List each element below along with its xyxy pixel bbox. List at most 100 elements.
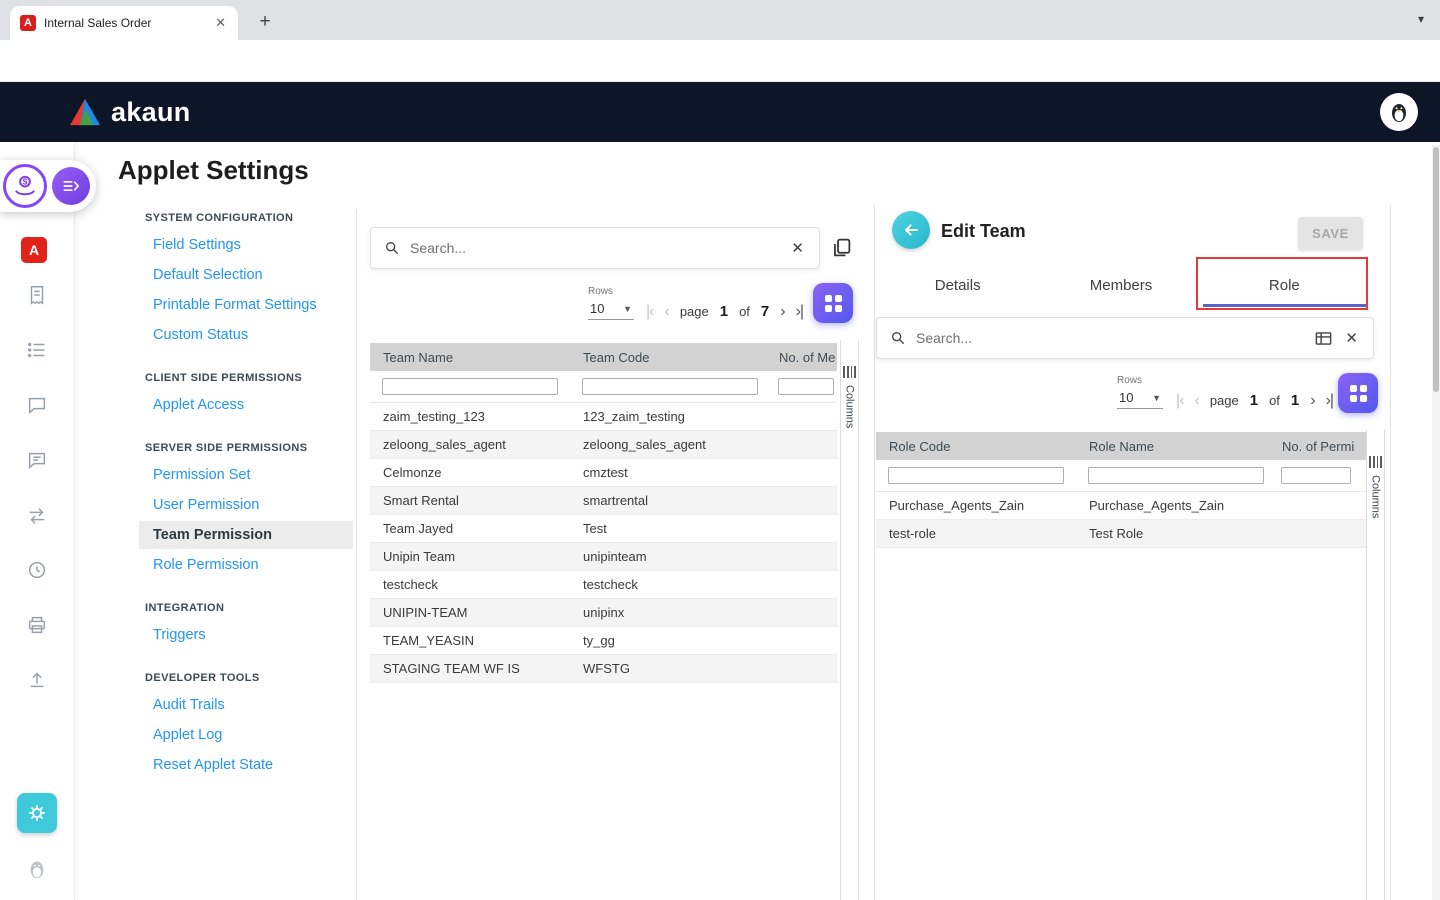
column-header-no-of-members: No. of Me [766, 350, 837, 365]
prev-page-icon[interactable]: ‹ [664, 304, 668, 320]
last-page-icon[interactable]: ›| [796, 304, 803, 320]
new-tab-button[interactable]: + [252, 9, 278, 35]
sales-hand-dollar-icon[interactable]: $ [3, 164, 47, 208]
team-table-row[interactable]: UNIPIN-TEAM unipinx [370, 599, 837, 627]
team-name-cell: Celmonze [370, 465, 570, 480]
chat-applet-icon[interactable] [26, 394, 48, 416]
role-search-input[interactable] [916, 330, 1304, 346]
team-table-row[interactable]: Team Jayed Test [370, 515, 837, 543]
team-members-filter-input[interactable] [778, 378, 834, 395]
team-name-cell: zaim_testing_123 [370, 409, 570, 424]
nav-item-applet-log[interactable]: Applet Log [145, 721, 343, 749]
team-table-row[interactable]: STAGING TEAM WF IS WFSTG [370, 655, 837, 683]
role-table-row[interactable]: test-role Test Role [876, 520, 1366, 548]
team-rows-value: 10 [590, 301, 604, 316]
team-code-cell: 123_zaim_testing [570, 409, 766, 424]
team-name-cell: Smart Rental [370, 493, 570, 508]
columns-drag-handle-icon[interactable] [1369, 456, 1382, 468]
next-page-icon[interactable]: › [1310, 393, 1314, 409]
app-rail: A [0, 142, 75, 900]
akaun-logo[interactable]: akaun [68, 97, 191, 128]
role-permissions-filter-input[interactable] [1281, 467, 1351, 484]
role-rows-label: Rows [1117, 375, 1142, 386]
team-search-clear-icon[interactable]: ✕ [789, 239, 806, 257]
nav-item-user-permission[interactable]: User Permission [145, 491, 343, 519]
user-avatar[interactable] [1380, 93, 1418, 131]
next-page-icon[interactable]: › [780, 304, 784, 320]
team-code-cell: ty_gg [570, 633, 766, 648]
team-code-cell: cmztest [570, 465, 766, 480]
role-view-grid-button[interactable] [1338, 373, 1378, 413]
nav-item-field-settings[interactable]: Field Settings [145, 231, 343, 259]
team-search-input[interactable] [410, 240, 779, 256]
team-pager: |‹ ‹ page 1 of 7 › ›| [646, 303, 803, 320]
team-code-cell: smartrental [570, 493, 766, 508]
browser-tab[interactable]: A Internal Sales Order ✕ [10, 6, 238, 40]
nav-item-reset-applet-state[interactable]: Reset Applet State [145, 751, 343, 779]
upload-applet-icon[interactable] [26, 669, 48, 691]
list-applet-icon[interactable] [26, 339, 48, 361]
chat-lines-applet-icon[interactable] [26, 449, 48, 471]
role-rows-value: 10 [1119, 390, 1133, 405]
printer-applet-icon[interactable] [26, 614, 48, 636]
svg-text:$: $ [23, 177, 28, 187]
team-table-row[interactable]: Smart Rental smartrental [370, 487, 837, 515]
pdf-applet-icon[interactable]: A [21, 237, 47, 263]
team-code-cell: testcheck [570, 577, 766, 592]
nav-item-applet-access[interactable]: Applet Access [145, 391, 343, 419]
team-table-row[interactable]: Unipin Team unipinteam [370, 543, 837, 571]
expand-menu-icon[interactable] [52, 167, 90, 205]
table-view-icon[interactable] [1314, 329, 1333, 348]
nav-item-custom-status[interactable]: Custom Status [145, 321, 343, 349]
nav-item-printable-format-settings[interactable]: Printable Format Settings [145, 291, 343, 319]
divider-edit-right [1390, 205, 1391, 900]
tab-close-icon[interactable]: ✕ [213, 15, 228, 31]
first-page-icon[interactable]: |‹ [1176, 393, 1183, 409]
page-scrollbar-thumb[interactable] [1433, 147, 1439, 392]
columns-drag-handle-icon[interactable] [843, 366, 856, 378]
team-table-row[interactable]: Celmonze cmztest [370, 459, 837, 487]
team-rows-select[interactable]: 10 ▼ [588, 301, 634, 320]
history-clock-applet-icon[interactable] [26, 559, 48, 581]
swap-arrows-applet-icon[interactable] [26, 505, 48, 527]
role-name-filter-input[interactable] [1088, 467, 1264, 484]
team-table-header: Team Name Team Code No. of Me [370, 343, 837, 371]
team-table-row[interactable]: zaim_testing_123 123_zaim_testing [370, 403, 837, 431]
nav-item-role-permission[interactable]: Role Permission [145, 551, 343, 579]
team-table-body: zaim_testing_123 123_zaim_testing zeloon… [370, 403, 837, 683]
settings-nav: SYSTEM CONFIGURATION Field Settings Defa… [145, 212, 343, 781]
role-rows-select[interactable]: 10 ▼ [1117, 390, 1163, 409]
team-view-grid-button[interactable] [813, 283, 853, 323]
team-table-row[interactable]: zeloong_sales_agent zeloong_sales_agent [370, 431, 837, 459]
tab-list-chevron-icon[interactable]: ▾ [1418, 12, 1424, 26]
tab-details[interactable]: Details [876, 262, 1039, 308]
tab-members[interactable]: Members [1039, 262, 1202, 308]
last-page-icon[interactable]: ›| [1326, 393, 1333, 409]
nav-item-default-selection[interactable]: Default Selection [145, 261, 343, 289]
team-name-filter-input[interactable] [382, 378, 558, 395]
role-code-filter-input[interactable] [888, 467, 1064, 484]
save-button[interactable]: SAVE [1298, 217, 1363, 250]
role-search-clear-icon[interactable]: ✕ [1343, 329, 1360, 347]
column-header-team-code: Team Code [570, 350, 766, 365]
nav-item-audit-trails[interactable]: Audit Trails [145, 691, 343, 719]
nav-item-triggers[interactable]: Triggers [145, 621, 343, 649]
prev-page-icon[interactable]: ‹ [1194, 393, 1198, 409]
screen: A Internal Sales Order ✕ + ▾ ← → akaun.c… [0, 0, 1440, 900]
tab-role[interactable]: Role [1203, 262, 1366, 308]
team-code-filter-input[interactable] [582, 378, 758, 395]
nav-item-permission-set[interactable]: Permission Set [145, 461, 343, 489]
penguin-small-icon[interactable] [26, 858, 48, 880]
page-current: 1 [720, 303, 728, 320]
search-icon [384, 240, 400, 256]
receipt-applet-icon[interactable] [26, 284, 48, 306]
role-table-row[interactable]: Purchase_Agents_Zain Purchase_Agents_Zai… [876, 492, 1366, 520]
copy-list-icon[interactable] [831, 237, 852, 258]
first-page-icon[interactable]: |‹ [646, 304, 653, 320]
nav-section-integration: INTEGRATION [145, 602, 343, 614]
edit-team-back-button[interactable] [892, 211, 930, 249]
team-table-row[interactable]: testcheck testcheck [370, 571, 837, 599]
team-table-row[interactable]: TEAM_YEASIN ty_gg [370, 627, 837, 655]
settings-gear-button[interactable] [17, 793, 57, 833]
nav-item-team-permission[interactable]: Team Permission [139, 521, 353, 549]
